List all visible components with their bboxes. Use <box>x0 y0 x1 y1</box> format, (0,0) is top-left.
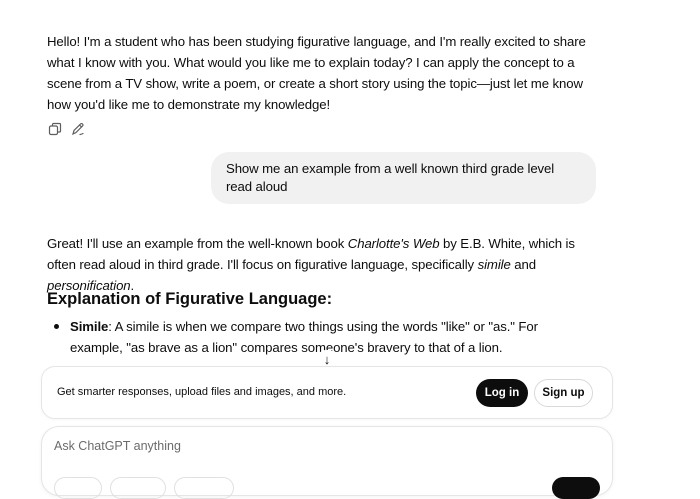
composer-attach-button[interactable] <box>54 477 102 499</box>
bullet-text: : A simile is when we compare two things… <box>70 319 538 355</box>
message-actions <box>48 122 85 136</box>
reply-text: Great! I'll use an example from the well… <box>47 236 348 251</box>
book-title: Charlotte's Web <box>347 236 440 251</box>
term-simile: simile <box>477 257 511 272</box>
edit-icon[interactable] <box>71 122 85 136</box>
log-in-button[interactable]: Log in <box>476 379 528 407</box>
login-banner: Get smarter responses, upload files and … <box>41 366 613 419</box>
sign-up-button[interactable]: Sign up <box>534 379 593 407</box>
assistant-message-intro: Hello! I'm a student who has been studyi… <box>47 34 586 112</box>
banner-text: Get smarter responses, upload files and … <box>57 386 347 398</box>
voice-button[interactable] <box>552 477 600 499</box>
bullet-list: Simile: A simile is when we compare two … <box>47 316 587 358</box>
composer-search-button[interactable] <box>110 477 166 499</box>
list-item: Simile: A simile is when we compare two … <box>47 316 587 358</box>
user-message-bubble: Show me an example from a well known thi… <box>211 152 596 204</box>
composer <box>41 426 613 499</box>
section-heading: Explanation of Figurative Language: <box>47 290 333 308</box>
bullet-term: Simile <box>70 319 109 334</box>
composer-tool-button[interactable] <box>174 477 234 499</box>
assistant-message-reply: Great! I'll use an example from the well… <box>47 233 597 296</box>
copy-icon[interactable] <box>48 122 62 136</box>
arrow-down-icon: ↓ <box>323 351 331 367</box>
prompt-input[interactable] <box>54 436 594 456</box>
reply-text: and <box>510 257 536 272</box>
